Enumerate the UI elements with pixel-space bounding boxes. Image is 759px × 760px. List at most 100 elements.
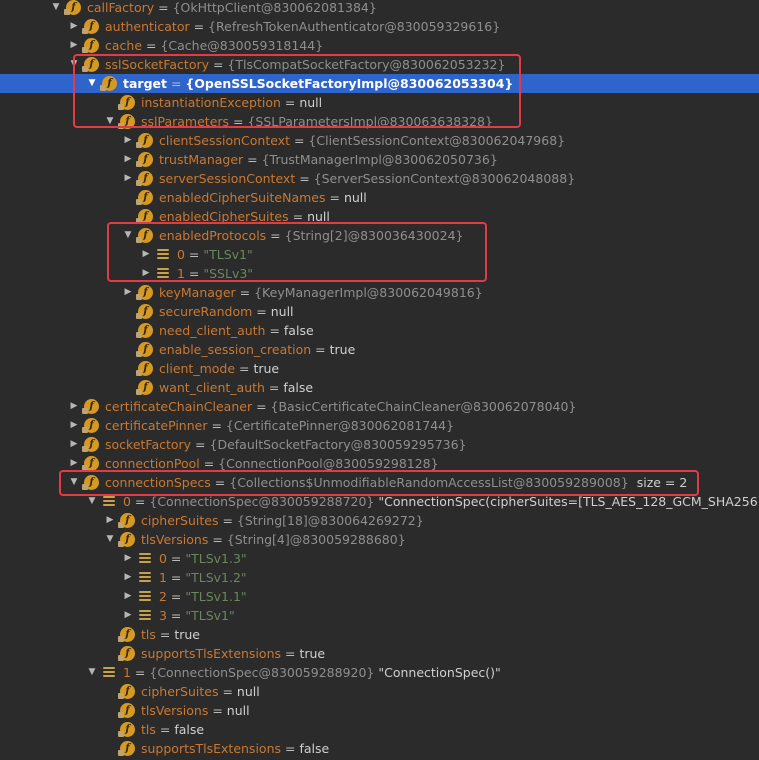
chevron-right-icon[interactable]: ▶ <box>140 264 152 283</box>
tree-row[interactable]: f tls = true <box>0 625 759 644</box>
field-name: want_client_auth <box>159 380 265 395</box>
chevron-right-icon[interactable]: ▶ <box>122 131 134 150</box>
tree-row[interactable]: f supportsTlsExtensions = false <box>0 739 759 758</box>
tree-row[interactable]: f cipherSuites = null <box>0 682 759 701</box>
tree-row[interactable]: ▼ f tlsVersions = {String[4]@830059288680} <box>0 530 759 549</box>
tree-row[interactable]: f instantiationException = null <box>0 93 759 112</box>
tree-row[interactable]: f want_client_auth = false <box>0 378 759 397</box>
tree-row[interactable]: f enable_session_creation = true <box>0 340 759 359</box>
field-name: cipherSuites <box>141 513 219 528</box>
field-value: null <box>236 684 260 699</box>
chevron-down-icon[interactable]: ▼ <box>86 492 98 511</box>
equals-sign: = <box>189 19 209 34</box>
tree-row[interactable]: f enabledCipherSuites = null <box>0 207 759 226</box>
tree-row[interactable]: ▶ f socketFactory = {DefaultSocketFactory@… <box>0 435 759 454</box>
tree-row[interactable]: ▶ f cipherSuites = {String[18]@83006426927… <box>0 511 759 530</box>
tree-row[interactable]: f need_client_auth = false <box>0 321 759 340</box>
chevron-right-icon[interactable]: ▶ <box>68 36 80 55</box>
chevron-down-icon[interactable]: ▼ <box>86 74 98 93</box>
tree-row-text: target = {OpenSSLSocketFactoryImpl@83006… <box>123 74 513 93</box>
tree-row[interactable]: ▶ f connectionPool = {ConnectionPool@83005… <box>0 454 759 473</box>
object-reference: {Collections$UnmodifiableRandomAccessLis… <box>229 475 629 490</box>
tree-row[interactable]: f enabledCipherSuiteNames = null <box>0 188 759 207</box>
string-value: "TLSv1.3" <box>185 551 247 566</box>
chevron-down-icon[interactable]: ▼ <box>122 226 134 245</box>
tree-row[interactable]: ▶ f cache = {Cache@830059318144} <box>0 36 759 55</box>
chevron-right-icon[interactable]: ▶ <box>68 397 80 416</box>
array-element-icon <box>103 496 115 507</box>
tree-row[interactable]: ▼ f target = {OpenSSLSocketFactoryImpl@830… <box>0 74 759 93</box>
tree-row[interactable]: ▼ f enabledProtocols = {String[2]@83003643… <box>0 226 759 245</box>
tree-row[interactable]: ▶ 3 = "TLSv1" <box>0 606 759 625</box>
chevron-right-icon[interactable]: ▶ <box>122 549 134 568</box>
tree-row[interactable]: f tlsVersions = null <box>0 701 759 720</box>
chevron-right-icon[interactable]: ▶ <box>104 511 116 530</box>
tree-row[interactable]: ▶ 0 = "TLSv1" <box>0 245 759 264</box>
equals-sign: = <box>281 646 300 661</box>
chevron-down-icon[interactable]: ▼ <box>68 55 80 74</box>
chevron-right-icon[interactable]: ▶ <box>122 587 134 606</box>
field-value: true <box>253 361 280 376</box>
object-reference: {RefreshTokenAuthenticator@830059329616} <box>208 19 501 34</box>
tree-row[interactable]: ▶ f clientSessionContext = {ClientSessionC… <box>0 131 759 150</box>
tree-row[interactable]: ▶ f certificatePinner = {CertificatePinner… <box>0 416 759 435</box>
tree-row-text: 2 = "TLSv1.1" <box>159 587 247 606</box>
tree-row[interactable]: f supportsTlsExtensions = true <box>0 644 759 663</box>
tree-row-text: instantiationException = null <box>141 93 322 112</box>
chevron-right-icon[interactable]: ▶ <box>68 416 80 435</box>
field-name: 1 <box>123 665 131 680</box>
chevron-right-icon[interactable]: ▶ <box>122 283 134 302</box>
tree-row[interactable]: ▶ 2 = "TLSv1.1" <box>0 587 759 606</box>
tree-row[interactable]: ▼ 0 = {ConnectionSpec@830059288720} "Conn… <box>0 492 759 511</box>
tree-row[interactable]: f tls = false <box>0 720 759 739</box>
lock-icon <box>118 693 124 699</box>
lock-icon <box>136 142 142 148</box>
field-name: tlsVersions <box>141 532 209 547</box>
tree-row[interactable]: ▼ 1 = {ConnectionSpec@830059288920} "Conn… <box>0 663 759 682</box>
tree-row-text: connectionPool = {ConnectionPool@8300592… <box>105 454 439 473</box>
tree-row-text: enabledProtocols = {String[2]@8300364300… <box>159 226 463 245</box>
chevron-right-icon[interactable]: ▶ <box>140 245 152 264</box>
tree-row[interactable]: ▶ f authenticator = {RefreshTokenAuthentic… <box>0 17 759 36</box>
tree-row[interactable]: ▼ f sslSocketFactory = {TlsCompatSocketFac… <box>0 55 759 74</box>
lock-icon <box>118 750 124 756</box>
tree-row[interactable]: f client_mode = true <box>0 359 759 378</box>
object-reference: {TrustManagerImpl@830062050736} <box>261 152 498 167</box>
chevron-down-icon[interactable]: ▼ <box>86 663 98 682</box>
tree-row[interactable]: ▶ f trustManager = {TrustManagerImpl@83006… <box>0 150 759 169</box>
tree-row[interactable]: ▼ f callFactory = {OkHttpClient@8300620813… <box>0 0 759 17</box>
chevron-right-icon[interactable]: ▶ <box>68 435 80 454</box>
chevron-right-icon[interactable]: ▶ <box>122 150 134 169</box>
tree-row[interactable]: ▶ f certificateChainCleaner = {BasicCertif… <box>0 397 759 416</box>
chevron-right-icon[interactable]: ▶ <box>122 606 134 625</box>
tree-row[interactable]: ▶ 1 = "SSLv3" <box>0 264 759 283</box>
tree-row[interactable]: ▶ 1 = "TLSv1.2" <box>0 568 759 587</box>
object-reference: {SSLParametersImpl@830063638328} <box>247 114 493 129</box>
tree-row[interactable]: ▶ f keyManager = {KeyManagerImpl@830062049… <box>0 283 759 302</box>
tree-row[interactable]: ▶ 0 = "TLSv1.3" <box>0 549 759 568</box>
tree-row-text: certificateChainCleaner = {BasicCertific… <box>105 397 576 416</box>
equals-sign: = <box>130 494 150 509</box>
field-name: 0 <box>177 247 185 262</box>
string-value: "TLSv1" <box>203 247 253 262</box>
tree-row[interactable]: ▼ f sslParameters = {SSLParametersImpl@830… <box>0 112 759 131</box>
tree-row[interactable]: f secureRandom = null <box>0 302 759 321</box>
string-value: "TLSv1.2" <box>185 570 247 585</box>
chevron-right-icon[interactable]: ▶ <box>68 454 80 473</box>
equals-sign: = <box>311 342 330 357</box>
chevron-right-icon[interactable]: ▶ <box>122 169 134 188</box>
chevron-down-icon[interactable]: ▼ <box>104 112 116 131</box>
equals-sign: = <box>290 133 309 148</box>
chevron-down-icon[interactable]: ▼ <box>104 530 116 549</box>
lock-icon <box>136 180 142 186</box>
equals-sign: = <box>166 608 186 623</box>
chevron-down-icon[interactable]: ▼ <box>68 473 80 492</box>
chevron-down-icon[interactable]: ▼ <box>50 0 62 17</box>
tree-row[interactable]: ▼ f connectionSpecs = {Collections$Unmodif… <box>0 473 759 492</box>
tree-row[interactable]: ▶ f serverSessionContext = {ServerSessionC… <box>0 169 759 188</box>
chevron-right-icon[interactable]: ▶ <box>122 568 134 587</box>
chevron-right-icon[interactable]: ▶ <box>68 17 80 36</box>
field-name: certificatePinner <box>105 418 208 433</box>
equals-sign: = <box>229 114 248 129</box>
equals-sign: = <box>280 95 300 110</box>
